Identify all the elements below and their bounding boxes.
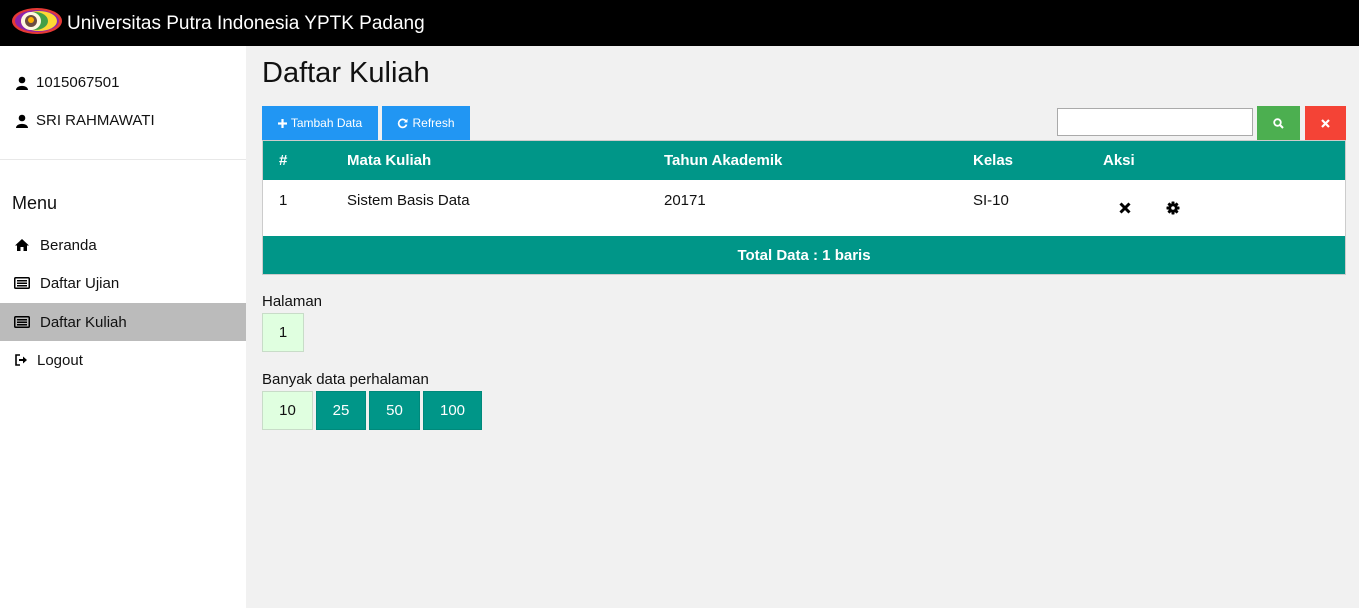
row-tahun-akademik: 20171 bbox=[664, 192, 706, 209]
sidebar-item-beranda[interactable]: Beranda bbox=[0, 226, 246, 264]
row-mata-kuliah: Sistem Basis Data bbox=[347, 192, 470, 209]
list-icon bbox=[14, 277, 30, 289]
table-footer: Total Data : 1 baris bbox=[263, 236, 1345, 274]
menu-title: Menu bbox=[12, 193, 58, 213]
total-data-text: Total Data : 1 baris bbox=[737, 246, 871, 264]
per-page-100[interactable]: 100 bbox=[423, 391, 482, 430]
sidebar-item-daftar-kuliah[interactable]: Daftar Kuliah bbox=[0, 303, 246, 341]
refresh-label: Refresh bbox=[412, 116, 455, 130]
table-header: # Mata Kuliah Tahun Akademik Kelas Aksi bbox=[263, 141, 1345, 180]
sidebar-item-daftar-ujian[interactable]: Daftar Ujian bbox=[0, 264, 246, 302]
add-data-button[interactable]: Tambah Data bbox=[262, 106, 378, 140]
user-icon bbox=[16, 114, 28, 128]
pagination-label: Halaman bbox=[262, 293, 323, 310]
page-button-1[interactable]: 1 bbox=[262, 313, 304, 352]
close-icon bbox=[1321, 118, 1330, 128]
sidebar-item-label: Logout bbox=[37, 351, 83, 369]
user-name-row: SRI RAHMAWATI bbox=[16, 112, 155, 129]
table-row: 1 Sistem Basis Data 20171 SI-10 bbox=[263, 180, 1345, 236]
top-navbar: Universitas Putra Indonesia YPTK Padang bbox=[0, 0, 1359, 46]
per-page-50[interactable]: 50 bbox=[369, 391, 420, 430]
course-table: # Mata Kuliah Tahun Akademik Kelas Aksi … bbox=[262, 140, 1346, 275]
search-button[interactable] bbox=[1257, 106, 1300, 140]
plus-icon bbox=[277, 118, 287, 128]
logout-icon bbox=[15, 354, 27, 366]
row-no: 1 bbox=[279, 192, 288, 209]
user-id-row: 1015067501 bbox=[16, 74, 119, 91]
app-title: Universitas Putra Indonesia YPTK Padang bbox=[67, 13, 425, 34]
sidebar-item-logout[interactable]: Logout bbox=[0, 341, 246, 379]
header-aksi: Aksi bbox=[1103, 152, 1135, 169]
user-id: 1015067501 bbox=[36, 74, 120, 91]
sidebar-item-label: Daftar Ujian bbox=[40, 274, 120, 292]
sidebar-item-label: Beranda bbox=[40, 236, 97, 254]
sidebar: 1015067501 SRI RAHMAWATI Menu Beranda Da… bbox=[0, 46, 246, 608]
sidebar-divider bbox=[0, 159, 246, 160]
refresh-icon bbox=[398, 118, 408, 128]
gear-icon[interactable] bbox=[1166, 201, 1180, 215]
header-tahun-akademik: Tahun Akademik bbox=[664, 152, 783, 169]
per-page-label: Banyak data perhalaman bbox=[262, 371, 429, 388]
header-kelas: Kelas bbox=[973, 152, 1014, 169]
user-icon bbox=[16, 76, 28, 90]
clear-search-button[interactable] bbox=[1305, 106, 1346, 140]
per-page-10[interactable]: 10 bbox=[262, 391, 313, 430]
university-logo bbox=[12, 8, 62, 34]
delete-icon[interactable] bbox=[1118, 201, 1132, 215]
sidebar-item-label: Daftar Kuliah bbox=[40, 313, 127, 331]
page-title: Daftar Kuliah bbox=[262, 57, 430, 89]
header-no: # bbox=[279, 152, 288, 169]
per-page-25[interactable]: 25 bbox=[316, 391, 366, 430]
refresh-button[interactable]: Refresh bbox=[382, 106, 470, 140]
search-input[interactable] bbox=[1057, 108, 1253, 136]
list-icon bbox=[14, 316, 30, 328]
add-data-label: Tambah Data bbox=[290, 116, 363, 130]
header-mata-kuliah: Mata Kuliah bbox=[347, 152, 432, 169]
row-kelas: SI-10 bbox=[973, 192, 1009, 209]
home-icon bbox=[15, 239, 29, 251]
user-name: SRI RAHMAWATI bbox=[36, 112, 155, 129]
search-icon bbox=[1273, 117, 1284, 129]
